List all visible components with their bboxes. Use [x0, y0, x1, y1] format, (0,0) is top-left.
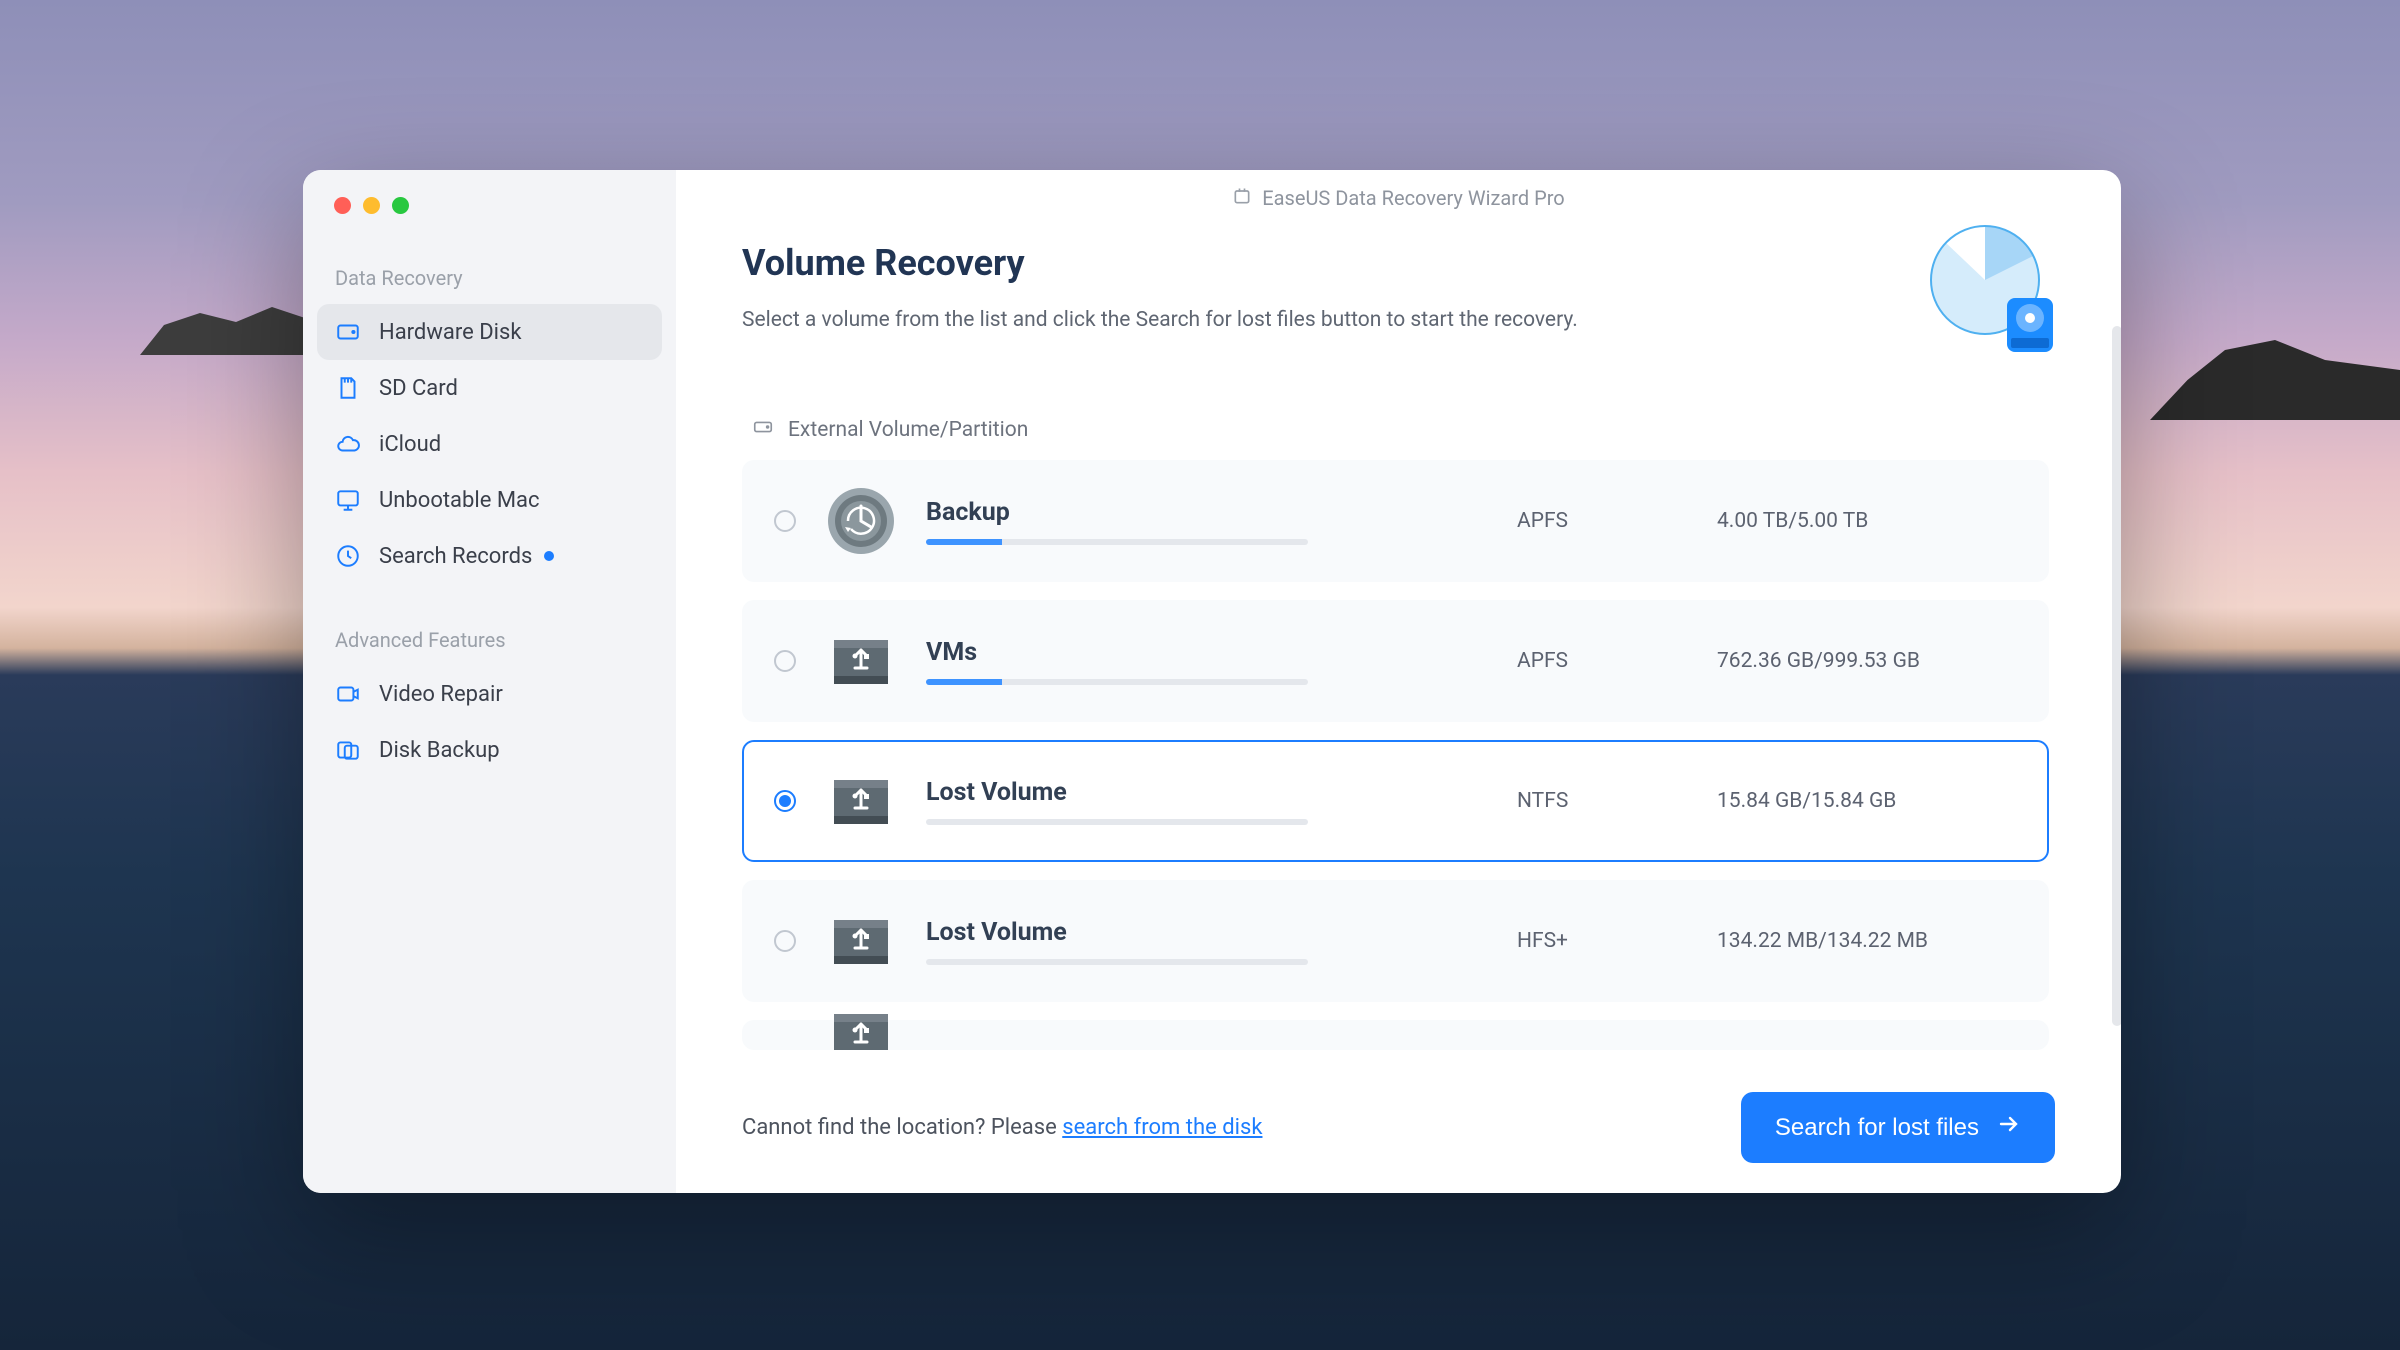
volume-name: VMs [926, 638, 1517, 667]
volume-size: 4.00 TB/5.00 TB [1717, 509, 2017, 533]
sidebar-item-label: Hardware Disk [379, 320, 521, 345]
search-for-lost-files-button[interactable]: Search for lost files [1741, 1092, 2055, 1163]
sidebar-item-label: Disk Backup [379, 738, 500, 763]
wallpaper-mountain-right [2150, 320, 2400, 420]
sidebar-item-label: Search Records [379, 544, 532, 569]
backup-icon [335, 737, 361, 763]
sidebar-item-icloud[interactable]: iCloud [317, 416, 662, 472]
volume-row[interactable]: Lost VolumeNTFS15.84 GB/15.84 GB [742, 740, 2049, 862]
sidebar-item-unbootable-mac[interactable]: Unbootable Mac [317, 472, 662, 528]
footer-help-text: Cannot find the location? Please search … [742, 1115, 1262, 1140]
app-title: EaseUS Data Recovery Wizard Pro [1262, 186, 1564, 210]
volume-usage-bar [926, 539, 1308, 545]
volume-size: 134.22 MB/134.22 MB [1717, 929, 2017, 953]
volume-filesystem: HFS+ [1517, 929, 1717, 953]
sidebar-item-sd-card[interactable]: SD Card [317, 360, 662, 416]
usb-drive-icon [826, 626, 896, 696]
sidebar-item-search-records[interactable]: Search Records [317, 528, 662, 584]
volume-row-partial[interactable] [742, 1020, 2049, 1050]
usb-drive-icon [826, 766, 896, 836]
volume-name: Lost Volume [926, 918, 1517, 947]
volume-section-label: External Volume/Partition [752, 416, 2055, 444]
cloud-icon [335, 431, 361, 457]
app-window: Data Recovery Hardware Disk SD Card iClo… [303, 170, 2121, 1193]
volume-filesystem: NTFS [1517, 789, 1717, 813]
volume-filesystem: APFS [1517, 509, 1717, 533]
timemachine-icon [826, 486, 896, 556]
sidebar-item-label: Unbootable Mac [379, 488, 540, 513]
sidebar-item-hardware-disk[interactable]: Hardware Disk [317, 304, 662, 360]
sidebar-section-data-recovery: Data Recovery [317, 258, 662, 304]
minimize-icon[interactable] [363, 197, 380, 214]
search-from-disk-link[interactable]: search from the disk [1062, 1115, 1262, 1140]
radio-button[interactable] [774, 510, 796, 532]
sidebar-item-label: iCloud [379, 432, 441, 457]
window-controls [317, 197, 662, 258]
volume-usage-bar [926, 679, 1308, 685]
sidebar-item-label: Video Repair [379, 682, 503, 707]
volume-filesystem: APFS [1517, 649, 1717, 673]
sidebar-item-video-repair[interactable]: Video Repair [317, 666, 662, 722]
sidebar-item-label: SD Card [379, 376, 458, 401]
clock-icon [335, 543, 361, 569]
scrollbar[interactable] [2112, 326, 2121, 1026]
monitor-icon [335, 487, 361, 513]
radio-button[interactable] [774, 930, 796, 952]
volume-list[interactable]: BackupAPFS4.00 TB/5.00 TBVMsAPFS762.36 G… [742, 460, 2055, 1050]
notification-dot-icon [544, 551, 554, 561]
volume-size: 762.36 GB/999.53 GB [1717, 649, 2017, 673]
radio-button[interactable] [774, 790, 796, 812]
usb-drive-icon [826, 906, 896, 976]
app-title-icon [1232, 186, 1252, 211]
sdcard-icon [335, 375, 361, 401]
volume-name: Backup [926, 498, 1517, 527]
volume-recovery-hero-icon [1915, 220, 2055, 360]
video-icon [335, 681, 361, 707]
main-panel: EaseUS Data Recovery Wizard Pro Volume R… [676, 170, 2121, 1193]
fullscreen-icon[interactable] [392, 197, 409, 214]
titlebar: EaseUS Data Recovery Wizard Pro [676, 170, 2121, 226]
page-title: Volume Recovery [742, 226, 1578, 284]
sidebar-item-disk-backup[interactable]: Disk Backup [317, 722, 662, 778]
footer: Cannot find the location? Please search … [742, 1050, 2055, 1167]
sidebar-section-advanced: Advanced Features [317, 620, 662, 666]
volume-usage-bar [926, 819, 1308, 825]
close-icon[interactable] [334, 197, 351, 214]
page-subtitle: Select a volume from the list and click … [742, 308, 1578, 332]
volume-size: 15.84 GB/15.84 GB [1717, 789, 2017, 813]
volume-row[interactable]: Lost VolumeHFS+134.22 MB/134.22 MB [742, 880, 2049, 1002]
volume-row[interactable]: VMsAPFS762.36 GB/999.53 GB [742, 600, 2049, 722]
usb-drive-icon [826, 1000, 896, 1050]
volume-name: Lost Volume [926, 778, 1517, 807]
arrow-right-icon [1997, 1112, 2021, 1143]
radio-button[interactable] [774, 650, 796, 672]
volume-usage-bar [926, 959, 1308, 965]
harddisk-icon [335, 319, 361, 345]
content: Volume Recovery Select a volume from the… [676, 226, 2121, 1193]
sidebar: Data Recovery Hardware Disk SD Card iClo… [303, 170, 676, 1193]
drive-icon [752, 416, 774, 444]
volume-row[interactable]: BackupAPFS4.00 TB/5.00 TB [742, 460, 2049, 582]
